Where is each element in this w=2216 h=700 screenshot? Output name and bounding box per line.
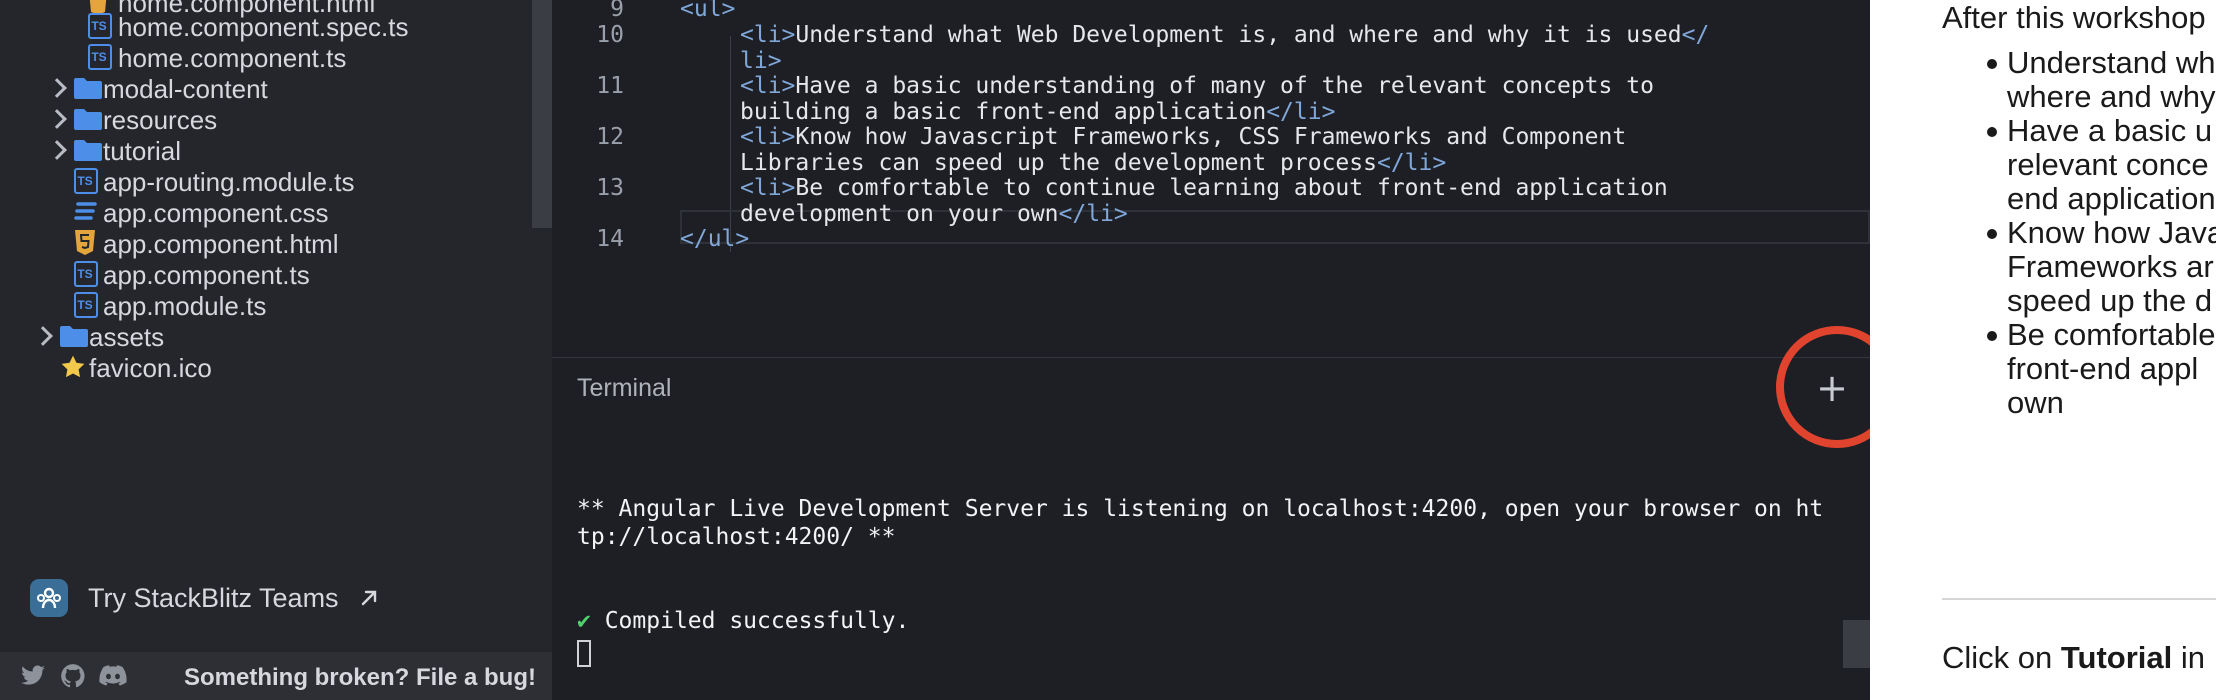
file-tree: home.component.html TS home.component.sp… (0, 0, 532, 544)
file-explorer-sidebar: home.component.html TS home.component.sp… (0, 0, 552, 700)
code-line-14: 14 </ul> (552, 222, 1870, 258)
folder-icon (60, 325, 88, 347)
terminal-panel[interactable]: Terminal + ** Angular Live Development S… (552, 358, 1870, 700)
sidebar-footer: Something broken? File a bug! (0, 652, 552, 700)
bullet-marker (1987, 229, 1997, 239)
bullet-text: front-end appl (2007, 351, 2199, 386)
bullet-text: Understand wh (2007, 45, 2216, 80)
twitter-icon[interactable] (18, 662, 48, 690)
bullet-text: end application (2007, 181, 2216, 216)
compiled-status: Compiled successfully. (590, 608, 910, 634)
file-item-favicon-ico[interactable]: favicon.ico (0, 345, 532, 389)
teams-icon (30, 579, 68, 617)
folder-icon (74, 108, 102, 130)
discord-icon[interactable] (98, 662, 128, 690)
bullet-marker (1987, 331, 1997, 341)
bullet-text: Have a basic u (2007, 113, 2213, 148)
terminal-title: Terminal (577, 374, 672, 402)
bullet-text: relevant conce (2007, 147, 2209, 182)
teams-promo: Try StackBlitz Teams (0, 544, 552, 652)
instruction-text: Click on (1942, 640, 2061, 675)
terminal-cursor (577, 640, 591, 667)
chevron-right-icon (47, 140, 67, 160)
file-label: favicon.ico (89, 353, 212, 383)
terminal-output-line: ✔ Compiled successfully. (577, 608, 909, 634)
chevron-right-icon (47, 78, 67, 98)
bullet-marker (1987, 127, 1997, 137)
external-link-icon (357, 586, 381, 610)
bullet-text: own (2007, 385, 2064, 420)
code-text: </ul> (680, 226, 750, 252)
code-editor[interactable]: 9 <ul> 10 <li>Understand what Web Develo… (552, 0, 1870, 358)
terminal-output-line: ** Angular Live Development Server is li… (577, 496, 1824, 522)
github-icon[interactable] (58, 662, 88, 690)
tutorial-instruction: Click on Tutorial in (1942, 640, 2205, 676)
folder-icon (74, 139, 102, 161)
instruction-text: in (2172, 640, 2205, 675)
intro-text: After this workshop (1942, 0, 2206, 35)
try-teams-link[interactable]: Try StackBlitz Teams (30, 576, 381, 620)
file-bug-link[interactable]: Something broken? File a bug! (184, 664, 536, 692)
bullet-text: Be comfortable (2007, 317, 2216, 352)
try-teams-label: Try StackBlitz Teams (88, 582, 339, 613)
divider (1942, 598, 2216, 600)
bullet-text: speed up the d (2007, 283, 2213, 318)
sidebar-scrollbar[interactable] (532, 0, 552, 228)
bullet-text: Frameworks ar (2007, 249, 2214, 284)
star-icon (60, 354, 86, 380)
folder-icon (74, 77, 102, 99)
chevron-right-icon (33, 326, 53, 346)
bullet-text: where and why (2007, 79, 2216, 114)
terminal-output-line: tp://localhost:4200/ ** (577, 524, 896, 550)
tutorial-link-text: Tutorial (2060, 640, 2173, 675)
chevron-right-icon (47, 109, 67, 129)
bullet-marker (1987, 59, 1997, 69)
terminal-scrollbar[interactable] (1843, 620, 1870, 668)
tutorial-panel: After this workshop Understand wh where … (1870, 0, 2216, 700)
bullet-text: Know how Java (2007, 215, 2216, 250)
check-icon: ✔ (577, 608, 591, 634)
line-number: 14 (596, 226, 624, 252)
